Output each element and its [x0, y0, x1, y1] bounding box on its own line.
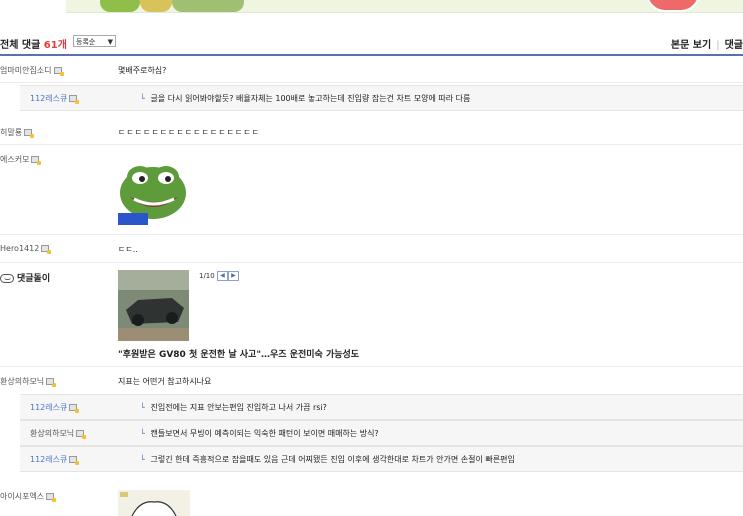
- pager-count: 1/10: [199, 272, 215, 280]
- ip-icon: [76, 430, 87, 439]
- comment-row: Hero1412 ㄷㄷ..: [0, 236, 743, 263]
- comment-row: 에스커모: [0, 146, 743, 235]
- ip-icon: [69, 404, 80, 413]
- comment-row: 환상의하모닉 지표는 어떤거 참고하시나요: [0, 368, 743, 392]
- reply-author[interactable]: 112레스큐: [30, 93, 80, 104]
- ip-icon: [24, 129, 35, 138]
- ip-icon: [53, 67, 64, 76]
- comment-text: ㄷㄷㄷㄷㄷㄷㄷㄷㄷㄷㄷㄷㄷㄷㄷㄷㄷ: [118, 128, 261, 137]
- comment-text: ㄷㄷ..: [118, 245, 138, 254]
- reply-arrow-icon: └: [140, 429, 145, 438]
- comment-header: 전체 댓글 61개 등록순 ▼ 본문 보기 | 댓글: [0, 34, 743, 56]
- comment-author[interactable]: 댓글돌이: [0, 271, 50, 284]
- reply-arrow-icon: └: [140, 455, 145, 464]
- sticker-image: [118, 490, 190, 516]
- header-links: 본문 보기 | 댓글: [671, 36, 743, 51]
- comment-row: 아이시포엑스: [0, 483, 743, 516]
- comment-text: 몇배주로하심?: [118, 66, 167, 75]
- banner-image: [140, 0, 172, 12]
- comments-link[interactable]: 댓글: [725, 40, 743, 51]
- comment-text: 지표는 어떤거 참고하시나요: [118, 377, 212, 386]
- prev-arrow-icon[interactable]: ◀: [216, 271, 228, 281]
- ip-icon: [46, 493, 57, 502]
- reply-text: └ 글을 다시 읽어봐야할듯? 배율자체는 100배로 놓고하는데 진입량 잡는…: [140, 94, 471, 103]
- reply-row: 112레스큐 └ 글을 다시 읽어봐야할듯? 배율자체는 100배로 놓고하는데…: [20, 85, 743, 111]
- news-thumbnail-image[interactable]: [118, 270, 189, 341]
- comment-author[interactable]: 히말룡: [0, 127, 35, 138]
- comment-author[interactable]: Hero1412: [0, 244, 52, 254]
- comment-author[interactable]: 에스커모: [0, 154, 42, 165]
- ip-icon: [69, 456, 80, 465]
- reply-text: └ 캔들보면서 무빙이 예측이되는 익숙한 패턴이 보이면 매매하는 방식?: [140, 429, 379, 438]
- sort-select[interactable]: 등록순 ▼: [73, 35, 116, 47]
- bot-face-icon: [0, 274, 14, 283]
- view-post-link[interactable]: 본문 보기: [671, 40, 711, 51]
- banner-image: [100, 0, 140, 12]
- comment-author[interactable]: 엄마미안집소디: [0, 65, 64, 76]
- image-pager: 1/10 ◀ ▶: [199, 271, 239, 281]
- reply-text: └ 진입전에는 지표 안보는편임 진입하고 나서 가끔 rsi?: [140, 403, 327, 412]
- ip-icon: [41, 245, 52, 254]
- pepe-sticker-image: [118, 166, 186, 225]
- reply-text: └ 그렇긴 한데 즉흥적으로 잡을때도 있음 근데 어찌됐든 진입 이후에 생각…: [140, 455, 515, 464]
- ip-icon: [69, 95, 80, 104]
- next-arrow-icon[interactable]: ▶: [227, 271, 239, 281]
- top-banner-ad[interactable]: [66, 0, 743, 13]
- divider: |: [716, 40, 720, 51]
- banner-image: [172, 0, 244, 12]
- reply-row: 112레스큐 └ 그렇긴 한데 즉흥적으로 잡을때도 있음 근데 어찌됐든 진입…: [20, 446, 743, 472]
- comment-author[interactable]: 환상의하모닉: [0, 376, 57, 387]
- reply-author[interactable]: 112레스큐: [30, 402, 80, 413]
- reply-arrow-icon: └: [140, 403, 145, 412]
- total-label: 전체 댓글: [0, 40, 41, 51]
- comment-count: 61개: [43, 40, 67, 51]
- news-title-link[interactable]: "후원받은 GV80 첫 운전한 날 사고"…우즈 운전미숙 가능성도: [118, 347, 359, 360]
- ip-icon: [46, 378, 57, 387]
- dropdown-arrow-icon: ▼: [107, 38, 113, 46]
- reply-row: 112레스큐 └ 진입전에는 지표 안보는편임 진입하고 나서 가끔 rsi?: [20, 394, 743, 420]
- comment-author[interactable]: 아이시포엑스: [0, 491, 57, 502]
- reply-author[interactable]: 환상의하모닉: [30, 428, 87, 439]
- comment-row: 히말룡 ㄷㄷㄷㄷㄷㄷㄷㄷㄷㄷㄷㄷㄷㄷㄷㄷㄷ: [0, 118, 743, 145]
- reply-author[interactable]: 112레스큐: [30, 454, 80, 465]
- banner-badge: [646, 0, 700, 12]
- reply-arrow-icon: └: [140, 94, 145, 103]
- comment-row: 엄마미안집소디 몇배주로하심?: [0, 58, 743, 83]
- ip-icon: [31, 156, 42, 165]
- total-comments: 전체 댓글 61개: [0, 36, 67, 51]
- comment-row-bot: 댓글돌이: [0, 265, 743, 367]
- sort-value: 등록순: [76, 38, 96, 46]
- reply-row: 환상의하모닉 └ 캔들보면서 무빙이 예측이되는 익숙한 패턴이 보이면 매매하…: [20, 420, 743, 446]
